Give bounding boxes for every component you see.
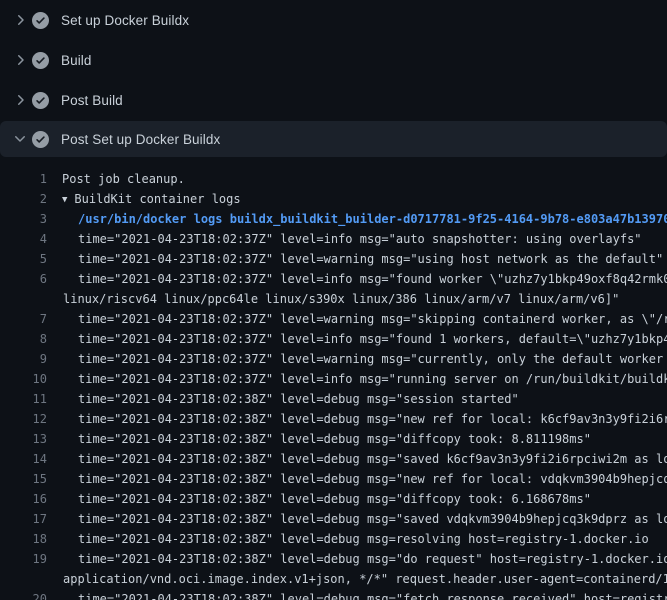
log-text: time="2021-04-23T18:02:37Z" level=info m… bbox=[78, 329, 667, 349]
log-line: 12 time="2021-04-23T18:02:38Z" level=debu… bbox=[0, 409, 667, 429]
log-line-number[interactable]: 11 bbox=[0, 389, 47, 409]
log-line-number bbox=[0, 289, 47, 309]
log-line-number[interactable]: 14 bbox=[0, 449, 47, 469]
log-text: time="2021-04-23T18:02:37Z" level=info m… bbox=[78, 369, 667, 389]
log-text: time="2021-04-23T18:02:38Z" level=debug … bbox=[78, 589, 667, 600]
log-line-number[interactable]: 19 bbox=[0, 549, 47, 569]
log-line-number[interactable]: 5 bbox=[0, 249, 47, 269]
log-line-number[interactable]: 16 bbox=[0, 489, 47, 509]
log-line: 14 time="2021-04-23T18:02:38Z" level=debu… bbox=[0, 449, 667, 469]
log-text: time="2021-04-23T18:02:38Z" level=debug … bbox=[78, 469, 667, 489]
log-group-label: BuildKit container logs bbox=[74, 192, 240, 206]
log-line: 9 time="2021-04-23T18:02:37Z" level=warni… bbox=[0, 349, 667, 369]
log-line-number[interactable]: 12 bbox=[0, 409, 47, 429]
log-line-number[interactable]: 7 bbox=[0, 309, 47, 329]
log-line-number[interactable]: 9 bbox=[0, 349, 47, 369]
step-build[interactable]: Build bbox=[0, 40, 667, 80]
log-line-number[interactable]: 3 bbox=[0, 209, 47, 229]
step-post-build[interactable]: Post Build bbox=[0, 80, 667, 120]
log-text: time="2021-04-23T18:02:37Z" level=warnin… bbox=[78, 349, 667, 369]
log-line-number[interactable]: 15 bbox=[0, 469, 47, 489]
log-text: time="2021-04-23T18:02:38Z" level=debug … bbox=[78, 389, 519, 409]
step-label: Set up Docker Buildx bbox=[61, 13, 189, 28]
log-line: 7 time="2021-04-23T18:02:37Z" level=warni… bbox=[0, 309, 667, 329]
log-group-header[interactable]: ▼ BuildKit container logs bbox=[62, 189, 241, 209]
log-line: 16 time="2021-04-23T18:02:38Z" level=debu… bbox=[0, 489, 667, 509]
log-line-number[interactable]: 10 bbox=[0, 369, 47, 389]
log-text: time="2021-04-23T18:02:38Z" level=debug … bbox=[78, 509, 667, 529]
log-line: 20 time="2021-04-23T18:02:38Z" level=debu… bbox=[0, 589, 667, 600]
log-line: 1 Post job cleanup. bbox=[0, 169, 667, 189]
log-line: 13 time="2021-04-23T18:02:38Z" level=debu… bbox=[0, 429, 667, 449]
log-line: 11 time="2021-04-23T18:02:38Z" level=debu… bbox=[0, 389, 667, 409]
log-text: time="2021-04-23T18:02:37Z" level=warnin… bbox=[78, 309, 667, 329]
log-text: time="2021-04-23T18:02:37Z" level=info m… bbox=[78, 269, 667, 289]
step-post-set-up-docker-buildx[interactable]: Post Set up Docker Buildx bbox=[0, 121, 667, 157]
step-label: Build bbox=[61, 53, 92, 68]
log-text: time="2021-04-23T18:02:38Z" level=debug … bbox=[78, 489, 591, 509]
chevron-down-icon bbox=[12, 131, 28, 147]
log-text: time="2021-04-23T18:02:37Z" level=info m… bbox=[78, 229, 642, 249]
log-line-number[interactable]: 20 bbox=[0, 589, 47, 600]
log-line-continuation: linux/riscv64 linux/ppc64le linux/s390x … bbox=[0, 289, 667, 309]
log-line-number[interactable]: 18 bbox=[0, 529, 47, 549]
check-circle-icon bbox=[32, 52, 49, 69]
log-line: 2 ▼ BuildKit container logs bbox=[0, 189, 667, 209]
collapse-triangle-icon: ▼ bbox=[62, 190, 67, 209]
log-text: Post job cleanup. bbox=[62, 169, 185, 189]
chevron-right-icon bbox=[12, 12, 28, 28]
log-lines: 1 Post job cleanup. 2 ▼ BuildKit container l… bbox=[0, 169, 667, 600]
chevron-right-icon bbox=[12, 92, 28, 108]
log-line-number[interactable]: 6 bbox=[0, 269, 47, 289]
log-line: 8 time="2021-04-23T18:02:37Z" level=info … bbox=[0, 329, 667, 349]
log-line: 10 time="2021-04-23T18:02:37Z" level=info… bbox=[0, 369, 667, 389]
log-line: 4 time="2021-04-23T18:02:37Z" level=info … bbox=[0, 229, 667, 249]
check-circle-icon bbox=[32, 131, 49, 148]
log-line-number[interactable]: 2 bbox=[0, 189, 47, 209]
step-label: Post Set up Docker Buildx bbox=[61, 132, 220, 147]
check-circle-icon bbox=[32, 12, 49, 29]
log-line-number[interactable]: 13 bbox=[0, 429, 47, 449]
log-line: 15 time="2021-04-23T18:02:38Z" level=debu… bbox=[0, 469, 667, 489]
log-command-text: /usr/bin/docker logs buildx_buildkit_bui… bbox=[78, 209, 667, 229]
check-circle-icon bbox=[32, 92, 49, 109]
log-text: time="2021-04-23T18:02:37Z" level=warnin… bbox=[78, 249, 663, 269]
log-line: 19 time="2021-04-23T18:02:38Z" level=debu… bbox=[0, 549, 667, 569]
chevron-right-icon bbox=[12, 52, 28, 68]
log-text: linux/riscv64 linux/ppc64le linux/s390x … bbox=[63, 289, 619, 309]
log-line-number[interactable]: 1 bbox=[0, 169, 47, 189]
log-text: time="2021-04-23T18:02:38Z" level=debug … bbox=[78, 409, 667, 429]
log-line: 3/usr/bin/docker logs buildx_buildkit_bu… bbox=[0, 209, 667, 229]
log-line: 5 time="2021-04-23T18:02:37Z" level=warni… bbox=[0, 249, 667, 269]
step-label: Post Build bbox=[61, 93, 123, 108]
log-text: time="2021-04-23T18:02:38Z" level=debug … bbox=[78, 429, 591, 449]
step-set-up-docker-buildx[interactable]: Set up Docker Buildx bbox=[0, 0, 667, 40]
steps-list: Set up Docker Buildx Build Post Build Po… bbox=[0, 0, 667, 157]
log-line-continuation: application/vnd.oci.image.index.v1+json,… bbox=[0, 569, 667, 589]
log-line: 17 time="2021-04-23T18:02:38Z" level=debu… bbox=[0, 509, 667, 529]
log-text: time="2021-04-23T18:02:38Z" level=debug … bbox=[78, 449, 667, 469]
log-text: application/vnd.oci.image.index.v1+json,… bbox=[63, 569, 667, 589]
log-line: 18 time="2021-04-23T18:02:38Z" level=debu… bbox=[0, 529, 667, 549]
log-text: time="2021-04-23T18:02:38Z" level=debug … bbox=[78, 549, 667, 569]
log-line-number[interactable]: 4 bbox=[0, 229, 47, 249]
log-line-number bbox=[0, 569, 47, 589]
log-line: 6 time="2021-04-23T18:02:37Z" level=info … bbox=[0, 269, 667, 289]
log-line-number[interactable]: 8 bbox=[0, 329, 47, 349]
log-line-number[interactable]: 17 bbox=[0, 509, 47, 529]
log-text: time="2021-04-23T18:02:38Z" level=debug … bbox=[78, 529, 649, 549]
